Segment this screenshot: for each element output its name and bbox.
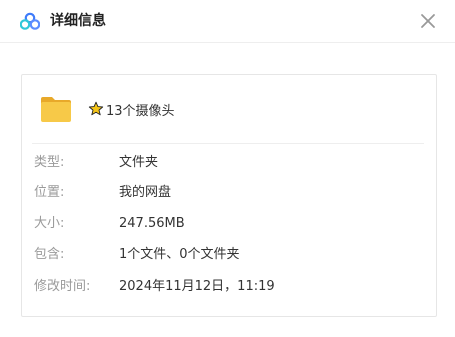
details-card: 13个摄像头 类型: 文件夹 位置: 我的网盘 大小: 247.56MB 包含:… — [21, 74, 437, 317]
info-label: 位置: — [34, 185, 65, 200]
divider — [32, 143, 424, 144]
cloud-logo-icon — [20, 12, 40, 30]
close-icon[interactable] — [419, 12, 437, 30]
folder-icon — [41, 97, 71, 122]
star-icon[interactable] — [88, 101, 104, 117]
info-label: 包含: — [34, 247, 65, 262]
info-label: 类型: — [34, 155, 65, 170]
info-value: 2024年11月12日，11:19 — [119, 279, 275, 294]
item-name: 13个摄像头 — [106, 103, 175, 119]
info-label: 大小: — [34, 216, 65, 231]
info-value: 247.56MB — [119, 216, 185, 231]
dialog-title: 详细信息 — [50, 13, 106, 29]
info-value: 文件夹 — [119, 155, 159, 170]
item-name-row: 13个摄像头 — [88, 100, 175, 119]
info-label: 修改时间: — [34, 279, 91, 294]
info-value: 1个文件、0个文件夹 — [119, 247, 240, 262]
info-value: 我的网盘 — [119, 185, 172, 200]
dialog-header: 详细信息 — [0, 0, 455, 43]
